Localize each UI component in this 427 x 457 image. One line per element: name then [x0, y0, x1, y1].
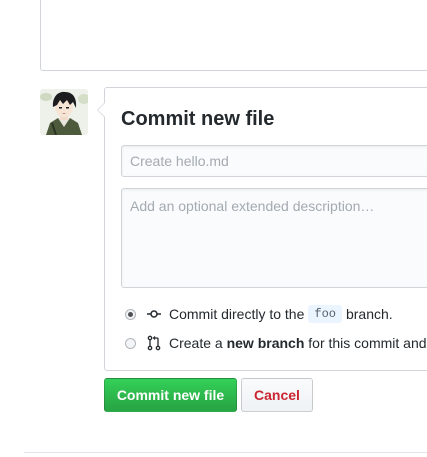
avatar-image	[40, 89, 88, 135]
new-branch-option[interactable]: Create a new branch for this commit and	[125, 333, 427, 353]
commit-directly-radio[interactable]	[125, 308, 136, 320]
new-branch-label-prefix: Create a	[169, 335, 223, 351]
cancel-button[interactable]: Cancel	[241, 378, 313, 412]
file-editor-panel[interactable]	[40, 0, 427, 71]
git-commit-icon	[147, 310, 161, 318]
commit-description-input[interactable]	[121, 188, 427, 288]
user-avatar[interactable]	[40, 89, 88, 135]
commit-page: Commit new file Commit directly to the f…	[0, 0, 427, 457]
commit-new-file-button[interactable]: Commit new file	[104, 378, 237, 412]
commit-directly-option[interactable]: Commit directly to the foo branch.	[125, 304, 393, 324]
commit-form-title: Commit new file	[121, 108, 275, 130]
new-branch-radio[interactable]	[125, 337, 136, 349]
commit-form: Commit new file Commit directly to the f…	[97, 87, 427, 371]
new-branch-label-suffix: for this commit and	[308, 335, 427, 351]
git-pull-request-icon	[147, 335, 161, 351]
new-branch-label-bold: new branch	[226, 335, 305, 351]
commit-directly-suffix: branch.	[345, 306, 393, 322]
branch-name: foo	[308, 305, 342, 323]
commit-directly-label: Commit directly to the	[169, 306, 305, 322]
footer-divider	[24, 452, 427, 453]
commit-summary-input[interactable]	[121, 145, 427, 177]
speech-arrow	[97, 102, 105, 118]
